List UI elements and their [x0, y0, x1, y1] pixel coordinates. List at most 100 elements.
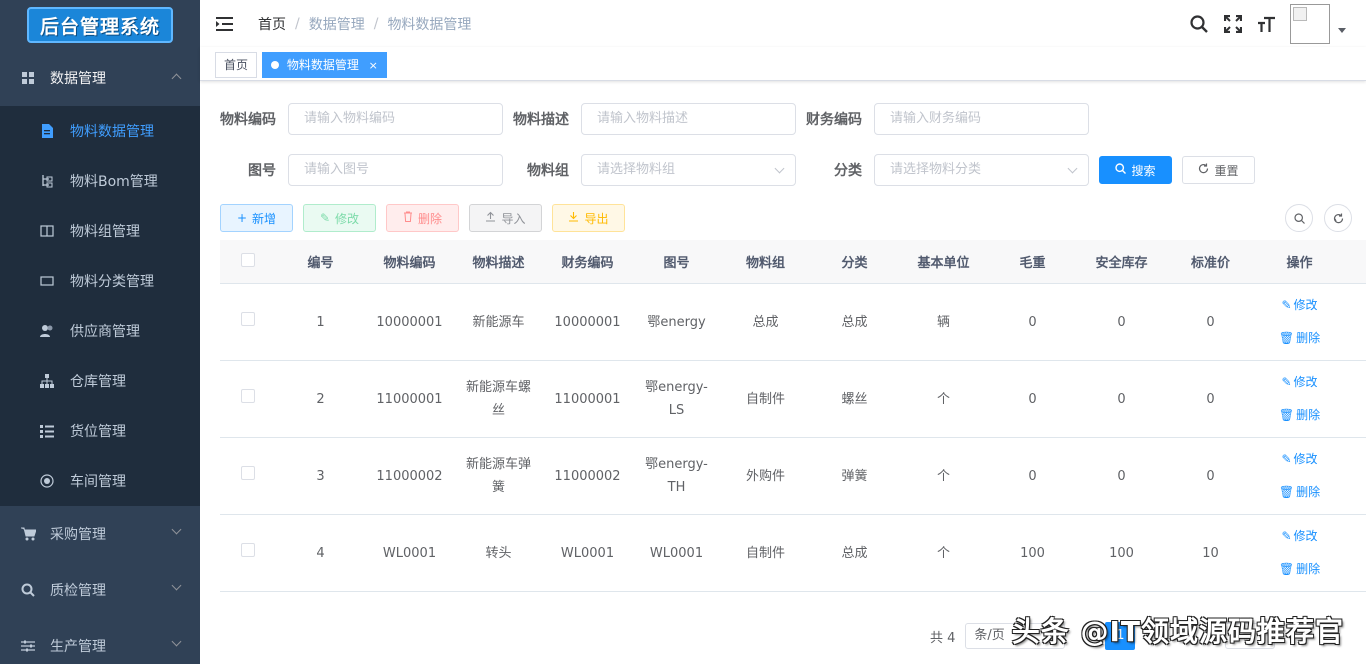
- row-edit-link[interactable]: ✎ 修改: [1281, 448, 1317, 471]
- material-desc-input[interactable]: 请输入物料描述: [581, 103, 796, 135]
- caret-down-icon[interactable]: [1338, 28, 1346, 33]
- table-cell: 鄂energy-TH: [645, 457, 708, 495]
- avatar[interactable]: [1290, 3, 1330, 44]
- add-button[interactable]: + 新增: [220, 204, 293, 232]
- size-select-button[interactable]: [1250, 0, 1284, 47]
- trash-icon: 🗑: [1278, 562, 1295, 576]
- menu-purchase-management[interactable]: 采购管理: [0, 506, 200, 562]
- table-cell: 鄂energy-LS: [645, 380, 708, 418]
- row-actions: ✎ 修改 🗑 删除: [1255, 448, 1344, 504]
- sidebar-item-warehouse[interactable]: 仓库管理: [0, 356, 200, 406]
- table-cell: 辆: [936, 314, 950, 330]
- drawing-no-label: 图号: [248, 163, 276, 179]
- table-cell: 0: [1117, 314, 1126, 330]
- header-cell: 操作: [1286, 256, 1313, 271]
- breadcrumb: 首页 / 数据管理 / 物料数据管理: [258, 14, 471, 34]
- table-row: 4 WL0001 转头 WL0001 WL0001 自制件 总成 个 100 100 10 ✎ 修改 🗑 删…: [220, 515, 1366, 592]
- checkbox[interactable]: [241, 252, 255, 267]
- row-delete-link[interactable]: 🗑 删除: [1279, 404, 1320, 427]
- row-edit-link[interactable]: ✎ 修改: [1281, 371, 1317, 394]
- row-delete-link[interactable]: 🗑 删除: [1279, 558, 1320, 581]
- table-header: 编号 物料编码 物料描述 财务编码 图号 物料组 分类 基本单位 毛重 安全库存…: [220, 240, 1366, 284]
- table-cell: 自制件: [745, 545, 785, 561]
- submenu-data-management: 物料数据管理 物料Bom管理 物料组管理 物料分类管理 供应商管理 仓库管理 货…: [0, 106, 200, 506]
- plus-icon: +: [236, 211, 248, 225]
- chevron-down-icon: [171, 636, 182, 647]
- search-button[interactable]: 搜索: [1099, 156, 1172, 184]
- drawing-no-input[interactable]: 请输入图号: [288, 154, 503, 186]
- tag-material-data[interactable]: 物料数据管理 ×: [262, 52, 387, 78]
- row-delete-link[interactable]: 🗑 删除: [1279, 327, 1320, 350]
- finance-code-input[interactable]: 请输入财务编码: [874, 103, 1089, 135]
- checkbox[interactable]: [241, 542, 255, 557]
- material-code-input[interactable]: 请输入物料编码: [288, 103, 503, 135]
- checkbox[interactable]: [241, 388, 255, 403]
- placeholder: 请输入物料编码: [304, 111, 396, 126]
- row-edit-link[interactable]: ✎ 修改: [1281, 294, 1317, 317]
- row-delete-label: 删除: [1296, 408, 1321, 422]
- table-cell: 11000001: [376, 391, 443, 407]
- placeholder: 请输入财务编码: [890, 111, 982, 126]
- breadcrumb-current: 物料数据管理: [387, 16, 472, 33]
- delete-button[interactable]: 删除: [386, 204, 459, 232]
- sidebar-item-label: 物料数据管理: [70, 124, 154, 140]
- material-code-label: 物料编码: [220, 112, 276, 128]
- menu-label: 质检管理: [50, 583, 106, 599]
- export-button[interactable]: 导出: [552, 204, 625, 232]
- material-class-select[interactable]: 请选择物料分类: [874, 154, 1089, 186]
- logo-text: 后台管理系统: [39, 15, 160, 38]
- tag-home[interactable]: 首页: [215, 52, 258, 78]
- main-content: 物料编码 请输入物料编码 物料描述 请输入物料描述 财务编码 请输入财务编码 图…: [200, 82, 1366, 664]
- fullscreen-icon: [1224, 14, 1242, 33]
- material-table: 编号 物料编码 物料描述 财务编码 图号 物料组 分类 基本单位 毛重 安全库存…: [220, 240, 1366, 592]
- sidebar-item-location[interactable]: 货位管理: [0, 406, 200, 456]
- row-actions: ✎ 修改 🗑 删除: [1255, 371, 1344, 427]
- sidebar-item-workshop[interactable]: 车间管理: [0, 456, 200, 506]
- menu-production-management[interactable]: 生产管理: [0, 618, 200, 664]
- header-search-button[interactable]: [1182, 0, 1216, 47]
- refresh-button[interactable]: [1324, 204, 1352, 232]
- import-button[interactable]: 导入: [469, 204, 542, 232]
- menu-data-management[interactable]: 数据管理: [0, 50, 200, 106]
- navbar: 首页 / 数据管理 / 物料数据管理: [200, 0, 1366, 47]
- breadcrumb-home[interactable]: 首页: [258, 14, 286, 34]
- logo[interactable]: 后台管理系统: [0, 0, 200, 50]
- checkbox[interactable]: [241, 465, 255, 480]
- row-delete-link[interactable]: 🗑 删除: [1279, 481, 1320, 504]
- fullscreen-button[interactable]: [1216, 0, 1250, 47]
- table-cell: 0: [1028, 391, 1037, 407]
- sidebar-item-material-data[interactable]: 物料数据管理: [0, 106, 200, 156]
- sidebar-item-material-group[interactable]: 物料组管理: [0, 206, 200, 256]
- search-button-label: 搜索: [1131, 163, 1156, 178]
- header-select-all[interactable]: [220, 252, 276, 271]
- font-size-icon: [1258, 16, 1275, 32]
- radio-icon: [40, 474, 54, 488]
- table-cell: 个: [936, 545, 950, 561]
- edit-button[interactable]: ✎ 修改: [303, 204, 376, 232]
- sidebar-item-material-class[interactable]: 物料分类管理: [0, 256, 200, 306]
- chevron-down-icon: [774, 163, 785, 174]
- toggle-search-button[interactable]: [1285, 204, 1313, 232]
- upload-icon: [485, 211, 496, 225]
- watermark: 头条 @IT领域源码推荐官: [1011, 615, 1344, 648]
- sidebar-item-label: 物料Bom管理: [70, 174, 158, 190]
- row-select-cell: [220, 311, 276, 334]
- checkbox[interactable]: [241, 311, 255, 326]
- table-cell: 11000001: [554, 391, 621, 407]
- sidebar-item-supplier[interactable]: 供应商管理: [0, 306, 200, 356]
- refresh-icon: [1198, 163, 1209, 177]
- table-cell: 10000001: [554, 314, 621, 330]
- menu-label: 采购管理: [50, 527, 106, 543]
- row-edit-link[interactable]: ✎ 修改: [1281, 525, 1317, 548]
- delete-button-label: 删除: [417, 211, 442, 226]
- sidebar-item-material-bom[interactable]: 物料Bom管理: [0, 156, 200, 206]
- menu-quality-management[interactable]: 质检管理: [0, 562, 200, 618]
- close-icon[interactable]: ×: [369, 59, 378, 72]
- export-button-label: 导出: [584, 211, 609, 226]
- hamburger-button[interactable]: [200, 0, 250, 47]
- peoples-icon: [40, 324, 54, 338]
- table-cell: 新能源车弹簧: [465, 457, 531, 495]
- tree-icon: [40, 174, 54, 188]
- reset-button[interactable]: 重置: [1182, 156, 1255, 184]
- material-group-select[interactable]: 请选择物料组: [581, 154, 796, 186]
